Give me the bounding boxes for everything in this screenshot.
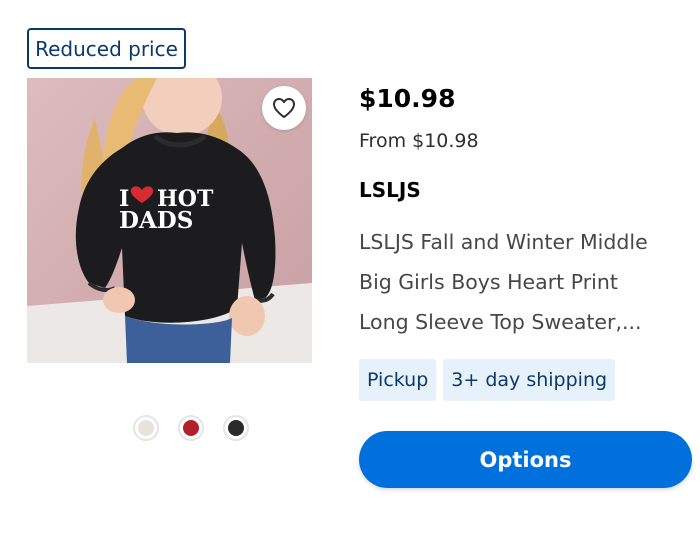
reduced-price-badge: Reduced price: [27, 28, 186, 69]
variant-swatches: [133, 415, 249, 441]
options-button[interactable]: Options: [359, 431, 692, 488]
swatch-black-color: [228, 420, 244, 436]
from-price: From $10.98: [359, 130, 479, 152]
product-title-line: Long Sleeve Top Sweater,...: [359, 310, 642, 334]
shipping-tag: 3+ day shipping: [443, 359, 616, 401]
fulfillment-tags: Pickup 3+ day shipping: [359, 359, 616, 401]
product-title-line: Big Girls Boys Heart Print: [359, 270, 618, 294]
swatch-black[interactable]: [223, 415, 249, 441]
swatch-red-color: [183, 420, 199, 436]
product-title-line: LSLJS Fall and Winter Middle: [359, 230, 648, 254]
favorite-button[interactable]: [262, 86, 306, 130]
product-title[interactable]: LSLJS Fall and Winter Middle Big Girls B…: [359, 222, 689, 342]
swatch-red[interactable]: [178, 415, 204, 441]
swatch-white-color: [138, 420, 154, 436]
current-price: $10.98: [359, 84, 456, 113]
swatch-white[interactable]: [133, 415, 159, 441]
heart-outline-icon: [273, 98, 295, 118]
brand-name: LSLJS: [359, 178, 421, 202]
print-text-dads: DADS: [119, 207, 193, 234]
pickup-tag: Pickup: [359, 359, 437, 401]
